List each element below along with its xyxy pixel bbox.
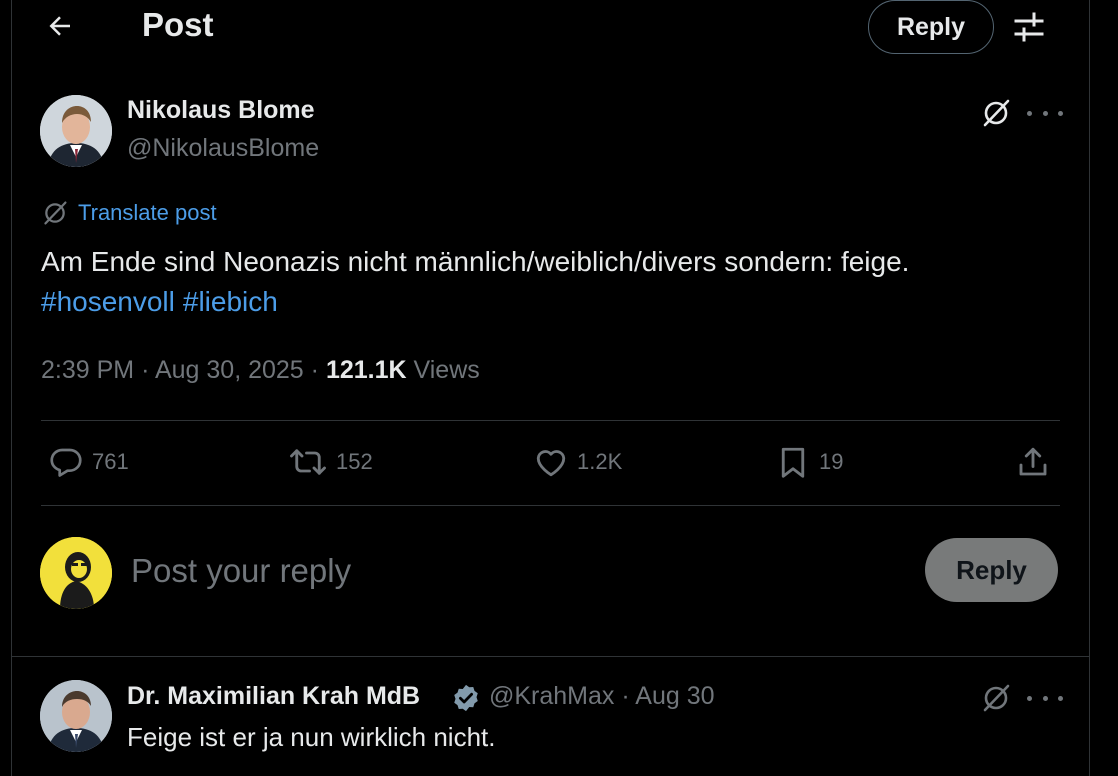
reply-input[interactable]: Post your reply: [131, 552, 351, 590]
share-action[interactable]: [1015, 444, 1051, 480]
views-label: Views: [413, 356, 480, 384]
hashtags: #hosenvoll #liebich: [41, 284, 286, 320]
bookmark-icon: [781, 447, 805, 478]
post-time[interactable]: 2:39 PM: [41, 356, 134, 384]
post-date[interactable]: Aug 30, 2025: [155, 356, 304, 384]
post-meta: 2:39 PM · Aug 30, 2025 · 121.1K Views: [41, 356, 480, 385]
reply-submit-button[interactable]: Reply: [925, 538, 1058, 602]
translate-label[interactable]: Translate post: [78, 200, 217, 226]
translate-post-link[interactable]: Translate post: [42, 200, 217, 226]
like-count: 1.2K: [577, 449, 623, 474]
speech-bubble-icon: [50, 448, 82, 477]
right-column-border: [1089, 0, 1090, 776]
grok-icon[interactable]: [981, 98, 1011, 128]
author-name[interactable]: Nikolaus Blome: [127, 96, 315, 125]
hashtag-link[interactable]: #hosenvoll: [41, 286, 175, 317]
page-title: Post: [142, 6, 214, 43]
reply-text: Feige ist er ja nun wirklich nicht.: [127, 722, 496, 752]
meta-separator: ·: [141, 356, 155, 384]
reply-action[interactable]: 761: [48, 444, 129, 480]
left-column-border: [11, 0, 12, 776]
divider: [41, 505, 1060, 506]
like-action[interactable]: 1.2K: [533, 444, 622, 480]
post-text: Am Ende sind Neonazis nicht männlich/wei…: [41, 246, 910, 277]
bookmark-action[interactable]: 19: [775, 444, 843, 480]
repost-action[interactable]: 152: [288, 444, 373, 480]
divider: [12, 656, 1090, 657]
repost-count: 152: [336, 449, 373, 474]
reply-handle[interactable]: @KrahMax: [489, 682, 614, 710]
more-horizontal-icon[interactable]: [1027, 688, 1063, 708]
reply-date[interactable]: Aug 30: [635, 682, 714, 710]
verified-badge-icon: [451, 683, 481, 713]
heart-icon: [536, 450, 566, 477]
more-horizontal-icon[interactable]: [1027, 103, 1063, 123]
reply-count: 761: [92, 449, 129, 474]
author-avatar[interactable]: [40, 95, 112, 167]
share-icon: [1019, 447, 1047, 476]
hashtag-link[interactable]: #liebich: [183, 286, 278, 317]
sliders-icon[interactable]: [1010, 10, 1048, 44]
bookmark-count: 19: [819, 449, 844, 474]
arrow-left-icon[interactable]: [42, 8, 78, 44]
author-handle[interactable]: @NikolausBlome: [127, 134, 319, 163]
grok-icon[interactable]: [981, 683, 1011, 713]
meta-separator: ·: [621, 682, 636, 710]
header-reply-button[interactable]: Reply: [868, 0, 994, 54]
user-avatar[interactable]: [40, 537, 112, 609]
reply-author-avatar[interactable]: [40, 680, 112, 752]
meta-separator: ·: [310, 356, 326, 384]
views-count: 121.1K: [325, 356, 407, 384]
grok-icon: [44, 201, 67, 225]
reply-handle-date: @KrahMax · Aug 30: [489, 682, 715, 711]
repost-icon: [290, 449, 326, 475]
divider: [41, 420, 1060, 421]
reply-author-name[interactable]: Dr. Maximilian Krah MdB: [127, 682, 420, 711]
